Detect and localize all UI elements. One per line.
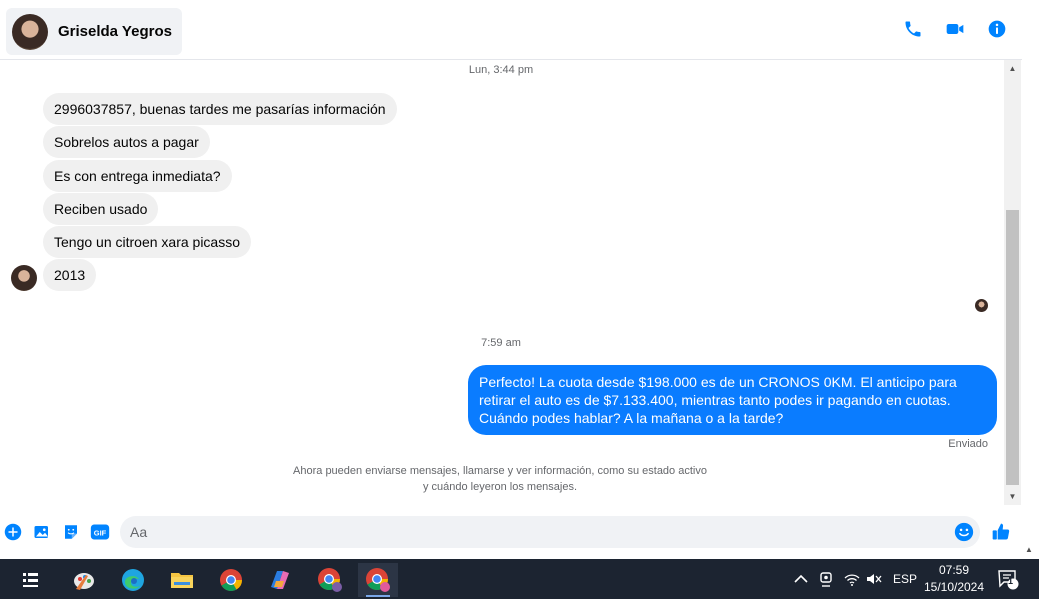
contact-button[interactable]: Griselda Yegros (6, 8, 182, 55)
outgoing-message[interactable]: Perfecto! La cuota desde $198.000 es de … (468, 365, 997, 435)
meet-now-icon[interactable] (819, 559, 833, 599)
scroll-down-arrow-icon[interactable]: ▼ (1004, 488, 1021, 505)
clock-date: 15/10/2024 (923, 580, 985, 594)
page-scroll-down-arrow-icon[interactable]: ▲ (1025, 545, 1033, 554)
language-indicator[interactable]: ESP (893, 559, 917, 599)
info-note-line: y cuándo leyeron los mensajes. (422, 481, 578, 493)
messenger-window: Griselda Yegros ▲ ▼ Lun, 3:44 pm 2996037… (0, 0, 1039, 599)
edge-icon[interactable] (113, 563, 153, 597)
volume-muted-icon[interactable] (866, 559, 882, 599)
sender-avatar (11, 265, 37, 291)
video-call-icon[interactable] (944, 18, 966, 40)
chrome-profile-icon[interactable] (310, 563, 350, 597)
message-input-wrapper (120, 516, 980, 548)
chat-header: Griselda Yegros (0, 0, 1022, 60)
emoji-icon[interactable] (954, 522, 974, 542)
chrome-active-icon[interactable] (358, 563, 398, 597)
svg-text:GIF: GIF (94, 528, 107, 537)
incoming-message[interactable]: Tengo un citroen xara picasso (43, 226, 251, 258)
chrome-icon[interactable] (211, 563, 251, 597)
message-timestamp: Lun, 3:44 pm (468, 64, 534, 76)
phone-icon[interactable] (902, 18, 924, 40)
incoming-message[interactable]: Es con entrega inmediata? (43, 160, 232, 192)
message-timestamp: 7:59 am (481, 337, 521, 349)
task-view-icon[interactable] (12, 563, 52, 597)
plus-icon[interactable] (3, 522, 23, 542)
copilot-icon[interactable] (260, 563, 300, 597)
chat-scrollbar[interactable]: ▲ ▼ (1004, 60, 1021, 505)
contact-name: Griselda Yegros (58, 23, 172, 40)
scroll-up-arrow-icon[interactable]: ▲ (1004, 60, 1021, 77)
header-actions (902, 18, 1008, 40)
sent-status: Enviado (948, 438, 988, 450)
incoming-message[interactable]: Reciben usado (43, 193, 159, 225)
privacy-info-note: Ahora pueden enviarse mensajes, llamarse… (260, 463, 740, 495)
seen-indicator-avatar (975, 299, 988, 312)
gif-icon[interactable]: GIF (90, 522, 110, 542)
file-explorer-icon[interactable] (162, 563, 202, 597)
scroll-thumb[interactable] (1006, 210, 1019, 485)
message-input[interactable] (130, 516, 950, 548)
windows-taskbar: ESP 07:59 15/10/2024 1 (0, 559, 1039, 599)
notifications-icon[interactable]: 1 (997, 559, 1019, 599)
info-note-line: Ahora pueden enviarse mensajes, llamarse… (293, 465, 707, 477)
message-composer: GIF (0, 510, 1022, 555)
thumbs-up-icon[interactable] (991, 522, 1011, 542)
contact-avatar (12, 13, 48, 50)
incoming-message[interactable]: 2013 (43, 259, 97, 291)
sticker-icon[interactable] (61, 522, 81, 542)
notification-count: 1 (1008, 576, 1014, 586)
image-icon[interactable] (32, 522, 52, 542)
incoming-message[interactable]: Sobrelos autos a pagar (43, 126, 210, 158)
paint-icon[interactable] (64, 563, 104, 597)
show-hidden-icons-icon[interactable] (794, 559, 808, 599)
wifi-icon[interactable] (844, 559, 860, 599)
info-icon[interactable] (986, 18, 1008, 40)
incoming-message[interactable]: 2996037857, buenas tardes me pasarías in… (43, 93, 397, 125)
system-clock[interactable]: 07:59 15/10/2024 (918, 562, 990, 596)
clock-time: 07:59 (938, 563, 970, 577)
